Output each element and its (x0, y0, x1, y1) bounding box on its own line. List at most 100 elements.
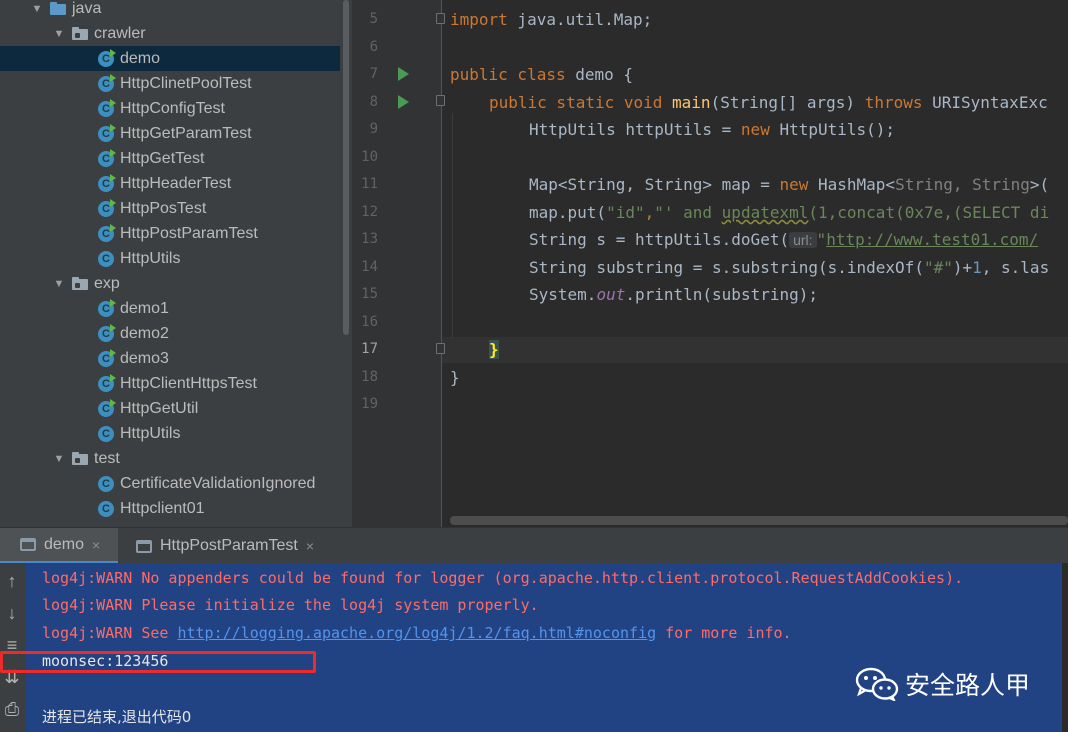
console-right-edge (1062, 563, 1068, 732)
close-icon[interactable]: × (92, 537, 100, 553)
line-number: 9 (369, 121, 378, 137)
line-number: 5 (369, 11, 378, 27)
arrow-down-icon[interactable]: ↓ (2, 603, 22, 623)
class-icon: C (98, 198, 116, 217)
tree-item-httpclient01[interactable]: C Httpclient01 (0, 496, 340, 521)
tree-item-demo2[interactable]: C demo2 (0, 321, 340, 346)
fold-marker-icon[interactable] (436, 13, 445, 24)
run-main-icon[interactable] (398, 95, 409, 109)
chevron-down-icon[interactable]: ▼ (30, 2, 44, 16)
line-number: 12 (361, 204, 378, 220)
run-side-toolbar: ↑ ↓ ≡ ⇊ ⎙ (0, 563, 26, 732)
run-class-icon[interactable] (398, 67, 409, 81)
log4j-faq-link[interactable]: http://logging.apache.org/log4j/1.2/faq.… (177, 624, 656, 642)
class-icon: C (98, 173, 116, 192)
tree-item-httpconfigtest[interactable]: C HttpConfigTest (0, 96, 340, 121)
console-output[interactable]: log4j:WARN No appenders could be found f… (26, 563, 1062, 732)
watermark-text: 安全路人甲 (905, 671, 1031, 700)
line-number: 11 (361, 176, 378, 192)
console-line: log4j:WARN No appenders could be found f… (42, 569, 964, 587)
project-tree: ▼ java ▼ crawler C demo C HttpClinetPool… (0, 0, 340, 527)
tree-item-httpgettest[interactable]: C HttpGetTest (0, 146, 340, 171)
line-number: 6 (369, 39, 378, 55)
folder-icon (50, 2, 66, 15)
code-line-18: } (450, 368, 460, 387)
console-exit-line: 进程已结束,退出代码0 (42, 708, 192, 726)
class-icon: C (98, 148, 116, 167)
console-line: log4j:WARN See http://logging.apache.org… (42, 624, 792, 642)
code-line-8: public static void main(String[] args) t… (489, 93, 1048, 112)
tree-scrollbar-thumb[interactable] (343, 0, 349, 335)
code-line-5: import java.util.Map; (450, 10, 653, 29)
code-line-11: Map<String, String> map = new HashMap<St… (529, 175, 1050, 194)
line-number: 15 (361, 286, 378, 302)
code-line-14: String substring = s.substring(s.indexOf… (529, 258, 1050, 277)
tree-item-httpgetutil[interactable]: C HttpGetUtil (0, 396, 340, 421)
current-line-highlight (442, 337, 1068, 363)
class-icon: C (98, 398, 116, 417)
tree-item-httppostparamtest[interactable]: C HttpPostParamTest (0, 221, 340, 246)
run-config-icon (136, 539, 152, 553)
package-icon (72, 27, 88, 40)
line-number: 7 (369, 66, 378, 82)
arrow-up-icon[interactable]: ↑ (2, 571, 22, 591)
package-icon (72, 277, 88, 290)
class-icon: C (98, 73, 116, 92)
class-icon: C (98, 500, 114, 517)
run-tabs-bar: demo × HttpPostParamTest × (0, 527, 1068, 564)
tree-item-httpgetparamtest[interactable]: C HttpGetParamTest (0, 121, 340, 146)
parameter-hint: url: (789, 232, 817, 248)
line-number: 10 (361, 149, 378, 165)
code-line-13: String s = httpUtils.doGet(url: "http://w… (529, 230, 1039, 249)
code-line-15: System.out.println(substring); (529, 285, 818, 304)
line-number: 14 (361, 259, 378, 275)
class-icon: C (98, 223, 116, 242)
code-line-7: public class demo { (450, 65, 634, 84)
tree-item-demo[interactable]: C demo (0, 46, 340, 71)
console-line: log4j:WARN Please initialize the log4j s… (42, 596, 539, 614)
url-link: http://www.test01.com/ (826, 230, 1039, 249)
tree-item-httputils[interactable]: C HttpUtils (0, 246, 340, 271)
tab-httppostparamtest[interactable]: HttpPostParamTest × (136, 528, 336, 564)
editor-horizontal-scrollbar[interactable] (450, 516, 1068, 525)
tree-item-exp[interactable]: ▼ exp (0, 271, 340, 296)
tree-item-httputils-exp[interactable]: C HttpUtils (0, 421, 340, 446)
tree-item-java[interactable]: ▼ java (0, 0, 340, 21)
tree-item-httpclinetpooltest[interactable]: C HttpClinetPoolTest (0, 71, 340, 96)
chevron-down-icon[interactable]: ▼ (52, 452, 66, 466)
watermark: 安全路人甲 (855, 666, 1030, 702)
tree-item-httpclienthttpstest[interactable]: C HttpClientHttpsTest (0, 371, 340, 396)
line-number: 13 (361, 231, 378, 247)
fold-marker-icon[interactable] (436, 95, 445, 106)
line-number: 19 (361, 396, 378, 412)
class-icon: C (98, 373, 116, 392)
code-line-9: HttpUtils httpUtils = new HttpUtils(); (529, 120, 896, 139)
tree-item-test[interactable]: ▼ test (0, 446, 340, 471)
tree-item-httpheadertest[interactable]: C HttpHeaderTest (0, 171, 340, 196)
tree-item-demo1[interactable]: C demo1 (0, 296, 340, 321)
tree-item-demo3[interactable]: C demo3 (0, 346, 340, 371)
code-line-17: } (489, 340, 499, 359)
line-number: 16 (361, 314, 378, 330)
class-icon: C (98, 298, 116, 317)
line-number: 18 (361, 369, 378, 385)
run-config-icon (20, 538, 36, 551)
tab-demo[interactable]: demo × (0, 528, 118, 564)
chevron-down-icon[interactable]: ▼ (52, 27, 66, 41)
line-number-current: 17 (361, 341, 378, 357)
highlight-annotation-box (0, 651, 316, 673)
class-icon: C (98, 425, 114, 442)
class-icon: C (98, 250, 114, 267)
tree-item-certificatevalidationignored[interactable]: C CertificateValidationIgnored (0, 471, 340, 496)
class-icon: C (98, 475, 114, 492)
tree-item-httppostest[interactable]: C HttpPosTest (0, 196, 340, 221)
close-icon[interactable]: × (306, 538, 314, 554)
tree-item-crawler[interactable]: ▼ crawler (0, 21, 340, 46)
class-icon: C (98, 123, 116, 142)
print-icon[interactable]: ⎙ (2, 699, 22, 719)
chevron-down-icon[interactable]: ▼ (52, 277, 66, 291)
indent-guide (452, 113, 453, 338)
class-icon: C (98, 98, 116, 117)
class-icon: C (98, 323, 116, 342)
fold-marker-icon[interactable] (436, 343, 445, 354)
